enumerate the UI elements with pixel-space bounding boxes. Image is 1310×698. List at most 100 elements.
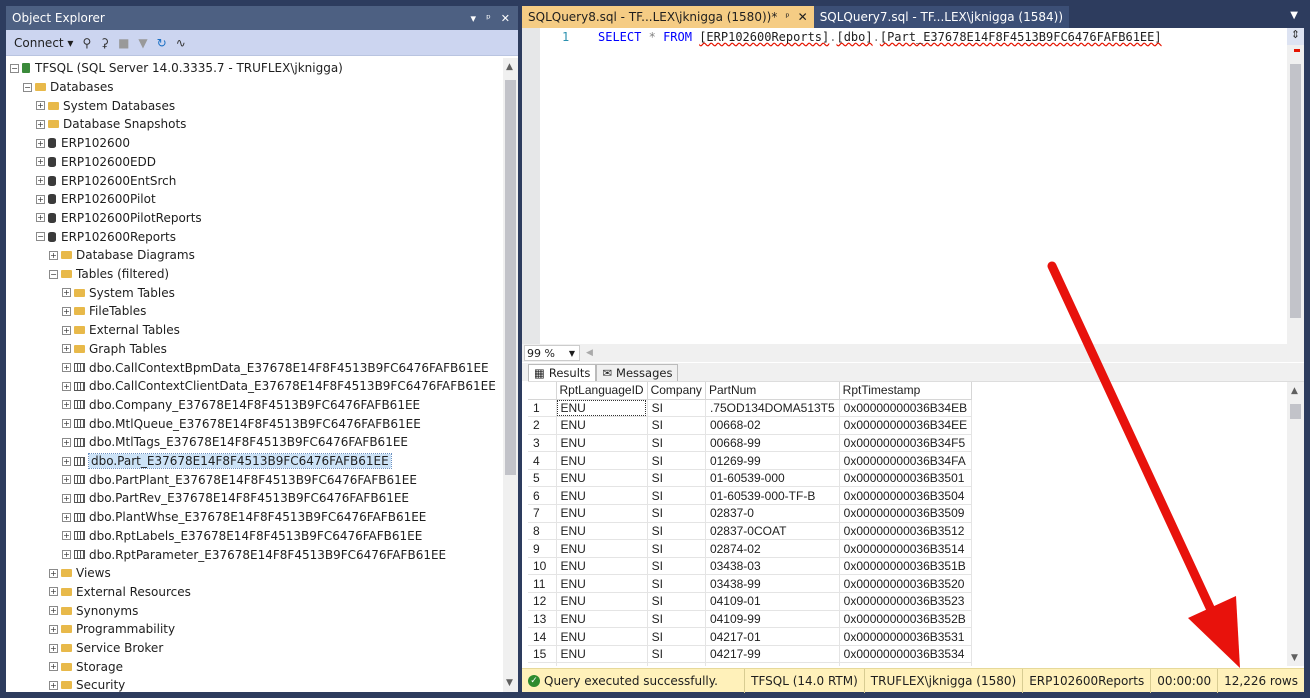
tree-node[interactable]: + dbo.Part_E37678E14F8F4513B9FC6476FAFB61… <box>62 452 392 471</box>
window-position-dropdown-icon[interactable]: ▾ <box>471 12 477 25</box>
row-number[interactable]: 12 <box>528 592 557 611</box>
table-cell[interactable]: 04241-01 <box>705 662 840 666</box>
table-cell[interactable]: SI <box>647 486 706 506</box>
table-row[interactable]: 4 ENU SI 01269-99 0x00000000036B34FA <box>528 451 973 470</box>
table-cell[interactable]: 0x00000000036B351B <box>839 557 973 576</box>
scrollbar-thumb[interactable] <box>505 80 516 475</box>
table-cell[interactable]: 0x00000000036B3504 <box>839 486 973 506</box>
tree-node[interactable]: + dbo.CallContextBpmData_E37678E14F8F4513… <box>62 358 489 377</box>
tree-node[interactable]: + Database Diagrams <box>49 246 195 265</box>
tree-node[interactable]: + Programmability <box>49 620 175 639</box>
tree-node[interactable]: + Synonyms <box>49 601 138 620</box>
tree-node[interactable]: + System Tables <box>62 283 175 302</box>
table-row[interactable]: 8 ENU SI 02837-0COAT 0x00000000036B3512 <box>528 522 973 541</box>
table-cell[interactable]: SI <box>647 416 706 435</box>
table-cell[interactable]: ENU <box>556 416 648 435</box>
table-cell[interactable]: 03438-99 <box>705 574 840 594</box>
table-cell[interactable]: 0x00000000036B353C <box>839 662 973 666</box>
table-cell[interactable]: SI <box>647 557 706 576</box>
scroll-up-icon[interactable]: ▲ <box>1291 386 1298 396</box>
tree-node[interactable]: + dbo.PartRev_E37678E14F8F4513B9FC6476FAF… <box>62 489 409 508</box>
stop-icon[interactable]: ■ <box>118 36 129 50</box>
collapse-icon[interactable]: − <box>49 269 58 279</box>
activity-monitor-icon[interactable]: ∿ <box>176 36 186 50</box>
table-row[interactable]: 5 ENU SI 01-60539-000 0x00000000036B3501 <box>528 469 973 488</box>
expand-icon[interactable]: + <box>36 157 45 167</box>
table-row[interactable]: 1 ENU SI .75OD134DOMA513T5 0x00000000036B34E… <box>528 399 973 418</box>
table-cell[interactable]: SI <box>647 504 706 523</box>
tree-node[interactable]: − TFSQL (SQL Server 14.0.3335.7 - TRUFLEX… <box>10 59 343 78</box>
table-cell[interactable]: 01-60539-000 <box>705 469 840 488</box>
column-header[interactable]: RptLanguageID <box>556 382 648 400</box>
table-cell[interactable]: 02837-0COAT <box>705 522 840 541</box>
row-number[interactable]: 14 <box>528 627 557 646</box>
table-cell[interactable]: SI <box>647 610 706 629</box>
tree-node[interactable]: + Graph Tables <box>62 340 167 359</box>
tree-node[interactable]: + System Databases <box>36 96 175 115</box>
tree-node[interactable]: − Tables (filtered) <box>49 265 169 284</box>
tree-node[interactable]: + dbo.MtlTags_E37678E14F8F4513B9FC6476FAF… <box>62 433 408 452</box>
scrollbar-thumb[interactable] <box>1290 404 1301 419</box>
editor-scrollbar[interactable]: ⇕ <box>1287 28 1304 344</box>
table-cell[interactable]: 0x00000000036B352B <box>839 610 973 629</box>
table-cell[interactable]: 0x00000000036B34FA <box>839 451 973 470</box>
scroll-left-icon[interactable]: ◀ <box>586 348 593 358</box>
table-cell[interactable]: ENU <box>556 645 648 664</box>
table-row[interactable]: 9 ENU SI 02874-02 0x00000000036B3514 <box>528 539 973 558</box>
expand-icon[interactable]: + <box>36 176 45 186</box>
table-row[interactable]: 14 ENU SI 04217-01 0x00000000036B3531 <box>528 627 973 646</box>
pin-icon[interactable]: ᵖ <box>785 12 789 23</box>
tree-node[interactable]: + ERP102600EDD <box>36 153 156 172</box>
tab-messages[interactable]: ✉ Messages <box>596 364 679 381</box>
row-number[interactable]: 3 <box>528 434 557 453</box>
table-cell[interactable]: 0x00000000036B3514 <box>839 539 973 558</box>
table-cell[interactable]: SI <box>647 574 706 594</box>
table-cell[interactable]: SI <box>647 399 706 418</box>
tree-node[interactable]: + ERP102600Pilot <box>36 190 156 209</box>
table-cell[interactable]: 0x00000000036B34EE <box>839 416 973 435</box>
expand-icon[interactable]: + <box>62 400 71 410</box>
refresh-icon[interactable]: ↻ <box>157 36 167 50</box>
table-cell[interactable]: ENU <box>556 434 648 453</box>
table-cell[interactable]: ENU <box>556 451 648 470</box>
column-header[interactable]: Company <box>647 382 706 400</box>
table-cell[interactable]: ENU <box>556 522 648 541</box>
tab-sqlquery8[interactable]: SQLQuery8.sql - TF...LEX\jknigga (1580))… <box>522 6 814 28</box>
expand-icon[interactable]: + <box>62 531 71 541</box>
table-row[interactable]: 12 ENU SI 04109-01 0x00000000036B3523 <box>528 592 973 611</box>
results-grid[interactable]: RptLanguageID Company PartNum RptTimesta… <box>528 381 1304 666</box>
expand-icon[interactable]: + <box>49 662 58 672</box>
row-number[interactable]: 5 <box>528 469 557 488</box>
table-row[interactable]: 6 ENU SI 01-60539-000-TF-B 0x00000000036B350… <box>528 486 973 506</box>
expand-icon[interactable]: + <box>49 606 58 616</box>
table-cell[interactable]: 04109-01 <box>705 592 840 611</box>
expand-icon[interactable]: + <box>62 363 71 373</box>
results-scrollbar[interactable]: ▲ ▼ <box>1287 382 1304 666</box>
table-cell[interactable]: SI <box>647 522 706 541</box>
expand-icon[interactable]: + <box>62 437 71 447</box>
row-number[interactable]: 15 <box>528 645 557 664</box>
expand-icon[interactable]: + <box>49 680 58 690</box>
tree-node[interactable]: + Storage <box>49 657 123 676</box>
tree-node[interactable]: + ERP102600PilotReports <box>36 209 202 228</box>
tree-node[interactable]: + External Tables <box>62 321 180 340</box>
table-cell[interactable]: 0x00000000036B3512 <box>839 522 973 541</box>
tree-node[interactable]: + ERP102600EntSrch <box>36 171 176 190</box>
row-number[interactable]: 6 <box>528 486 557 506</box>
table-cell[interactable]: SI <box>647 434 706 453</box>
scroll-down-icon[interactable]: ▼ <box>506 678 513 688</box>
table-row[interactable]: 3 ENU SI 00668-99 0x00000000036B34F5 <box>528 434 973 453</box>
tab-results[interactable]: ▦ Results <box>528 364 597 381</box>
expand-icon[interactable]: + <box>36 213 45 223</box>
table-row[interactable]: 13 ENU SI 04109-99 0x00000000036B352B <box>528 610 973 629</box>
expand-icon[interactable]: + <box>62 325 71 335</box>
expand-icon[interactable]: + <box>62 512 71 522</box>
table-cell[interactable]: SI <box>647 592 706 611</box>
table-cell[interactable]: 02837-0 <box>705 504 840 523</box>
table-cell[interactable]: 04217-99 <box>705 645 840 664</box>
table-cell[interactable]: 0x00000000036B3534 <box>839 645 973 664</box>
expand-icon[interactable]: + <box>49 587 58 597</box>
table-cell[interactable]: 0x00000000036B3509 <box>839 504 973 523</box>
tree-node[interactable]: + External Resources <box>49 583 191 602</box>
tree-node[interactable]: + FileTables <box>62 302 146 321</box>
